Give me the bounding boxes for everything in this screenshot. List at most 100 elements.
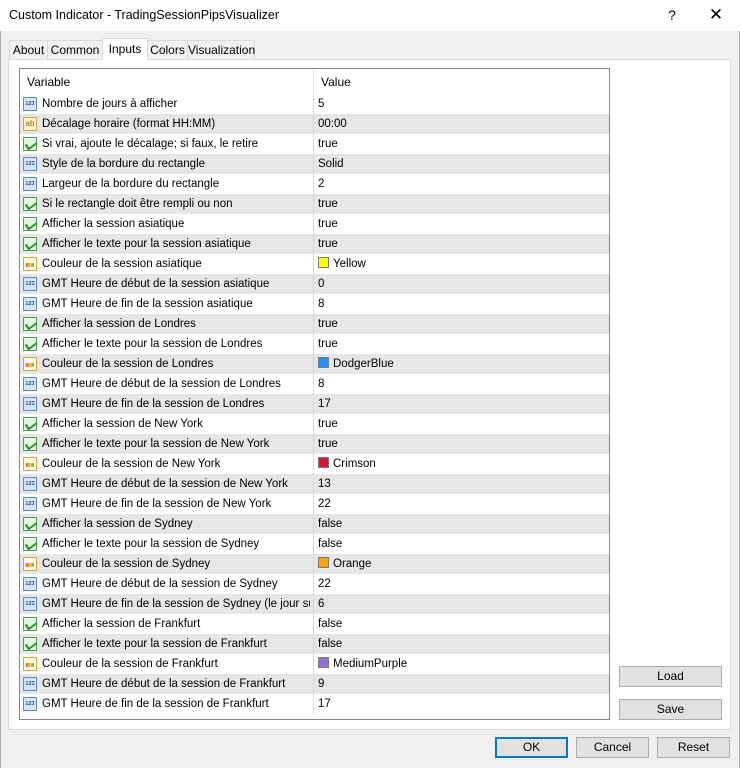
boolean-type-icon bbox=[23, 337, 37, 351]
column-separator bbox=[313, 634, 314, 654]
tab-common[interactable]: Common bbox=[47, 40, 103, 59]
variable-value[interactable]: 9 bbox=[318, 674, 324, 694]
table-row[interactable]: Si le rectangle doit être rempli ou non t… bbox=[20, 194, 609, 214]
variable-value[interactable]: true bbox=[318, 434, 338, 454]
tab-about[interactable]: About bbox=[9, 40, 48, 59]
table-row[interactable]: GMT Heure de début de la session de Lond… bbox=[20, 374, 609, 394]
variable-name: Afficher le texte pour la session de New… bbox=[42, 438, 270, 450]
variable-value[interactable]: 00:00 bbox=[318, 114, 347, 134]
variable-value[interactable]: Crimson bbox=[318, 454, 376, 474]
variable-value[interactable]: MediumPurple bbox=[318, 654, 407, 674]
variable-name: GMT Heure de fin de la session de Sydney… bbox=[42, 598, 310, 610]
window-title: Custom Indicator - TradingSessionPipsVis… bbox=[9, 8, 280, 22]
column-header-value[interactable]: Value bbox=[314, 69, 609, 93]
table-row[interactable]: Couleur de la session asiatique Yellow bbox=[20, 254, 609, 274]
variable-value[interactable]: DodgerBlue bbox=[318, 354, 394, 374]
table-row[interactable]: Afficher le texte pour la session de New… bbox=[20, 434, 609, 454]
table-row[interactable]: Afficher la session de Sydney false bbox=[20, 514, 609, 534]
table-row[interactable]: GMT Heure de fin de la session asiatique… bbox=[20, 294, 609, 314]
variable-value[interactable]: Yellow bbox=[318, 254, 366, 274]
tab-visualization[interactable]: Visualization bbox=[187, 40, 255, 59]
table-row[interactable]: GMT Heure de fin de la session de Londre… bbox=[20, 394, 609, 414]
table-row[interactable]: GMT Heure de début de la session de New … bbox=[20, 474, 609, 494]
column-separator bbox=[313, 154, 314, 174]
close-button[interactable]: ✕ bbox=[703, 4, 729, 26]
variable-value[interactable]: true bbox=[318, 334, 338, 354]
column-separator bbox=[313, 434, 314, 454]
table-row[interactable]: Couleur de la session de Frankfurt Medium… bbox=[20, 654, 609, 674]
table-row[interactable]: Afficher la session de Frankfurt false bbox=[20, 614, 609, 634]
reset-button[interactable]: Reset bbox=[657, 737, 730, 758]
tab-colors[interactable]: Colors bbox=[147, 40, 188, 59]
tab-inputs[interactable]: Inputs bbox=[102, 38, 148, 60]
table-row[interactable]: Afficher le texte pour la session de Syd… bbox=[20, 534, 609, 554]
variable-value[interactable]: false bbox=[318, 614, 342, 634]
column-separator bbox=[313, 374, 314, 394]
table-row[interactable]: Afficher le texte pour la session de Lon… bbox=[20, 334, 609, 354]
variable-value[interactable]: 8 bbox=[318, 374, 324, 394]
table-row[interactable]: Afficher la session asiatique true bbox=[20, 214, 609, 234]
save-button[interactable]: Save bbox=[619, 699, 722, 720]
variable-value[interactable]: false bbox=[318, 634, 342, 654]
variable-value[interactable]: 5 bbox=[318, 94, 324, 114]
table-row[interactable]: Couleur de la session de Sydney Orange bbox=[20, 554, 609, 574]
value-text: 17 bbox=[318, 698, 331, 710]
variable-value[interactable]: 17 bbox=[318, 694, 331, 714]
table-row[interactable]: Largeur de la bordure du rectangle 2 bbox=[20, 174, 609, 194]
table-row[interactable]: Afficher le texte pour la session de Fra… bbox=[20, 634, 609, 654]
variable-value[interactable]: true bbox=[318, 414, 338, 434]
variable-value[interactable]: 0 bbox=[318, 274, 324, 294]
table-row[interactable]: Afficher le texte pour la session asiati… bbox=[20, 234, 609, 254]
grid-header: Variable Value bbox=[20, 69, 609, 93]
table-row[interactable]: GMT Heure de début de la session de Fran… bbox=[20, 674, 609, 694]
ok-button[interactable]: OK bbox=[495, 737, 568, 758]
column-separator bbox=[313, 474, 314, 494]
value-text: 00:00 bbox=[318, 118, 347, 130]
table-row[interactable]: Nombre de jours à afficher 5 bbox=[20, 94, 609, 114]
variable-value[interactable]: Orange bbox=[318, 554, 371, 574]
variable-value[interactable]: true bbox=[318, 214, 338, 234]
variable-value[interactable]: false bbox=[318, 514, 342, 534]
variable-value[interactable]: 17 bbox=[318, 394, 331, 414]
variable-value[interactable]: true bbox=[318, 314, 338, 334]
column-separator bbox=[313, 254, 314, 274]
table-row[interactable]: GMT Heure de fin de la session de New Yo… bbox=[20, 494, 609, 514]
table-row[interactable]: GMT Heure de début de la session asiatiq… bbox=[20, 274, 609, 294]
table-row[interactable]: Couleur de la session de Londres DodgerBl… bbox=[20, 354, 609, 374]
table-row[interactable]: Afficher la session de Londres true bbox=[20, 314, 609, 334]
column-separator bbox=[313, 94, 314, 114]
table-row[interactable]: Style de la bordure du rectangle Solid bbox=[20, 154, 609, 174]
variable-name: Couleur de la session de Frankfurt bbox=[42, 658, 218, 670]
table-row[interactable]: GMT Heure de début de la session de Sydn… bbox=[20, 574, 609, 594]
column-header-variable[interactable]: Variable bbox=[20, 69, 313, 93]
color-type-icon bbox=[23, 457, 37, 471]
help-button[interactable]: ? bbox=[660, 4, 684, 26]
integer-type-icon bbox=[23, 477, 37, 491]
variable-value[interactable]: true bbox=[318, 194, 338, 214]
value-text: true bbox=[318, 438, 338, 450]
variable-name: GMT Heure de fin de la session de Londre… bbox=[42, 398, 265, 410]
column-separator bbox=[313, 414, 314, 434]
variable-value[interactable]: true bbox=[318, 234, 338, 254]
column-separator bbox=[313, 514, 314, 534]
table-row[interactable]: Décalage horaire (format HH:MM) 00:00 bbox=[20, 114, 609, 134]
table-row[interactable]: Afficher la session de New York true bbox=[20, 414, 609, 434]
cancel-button[interactable]: Cancel bbox=[576, 737, 649, 758]
variable-name: GMT Heure de fin de la session de New Yo… bbox=[42, 498, 272, 510]
variable-value[interactable]: 22 bbox=[318, 494, 331, 514]
variable-value[interactable]: false bbox=[318, 534, 342, 554]
load-button[interactable]: Load bbox=[619, 666, 722, 687]
table-row[interactable]: Si vrai, ajoute le décalage; si faux, le… bbox=[20, 134, 609, 154]
variable-value[interactable]: 13 bbox=[318, 474, 331, 494]
variable-value[interactable]: 2 bbox=[318, 174, 324, 194]
integer-type-icon bbox=[23, 377, 37, 391]
table-row[interactable]: Couleur de la session de New York Crimson bbox=[20, 454, 609, 474]
table-row[interactable]: GMT Heure de fin de la session de Frankf… bbox=[20, 694, 609, 714]
variable-value[interactable]: 6 bbox=[318, 594, 324, 614]
variable-value[interactable]: true bbox=[318, 134, 338, 154]
table-row[interactable]: GMT Heure de fin de la session de Sydney… bbox=[20, 594, 609, 614]
variable-value[interactable]: 22 bbox=[318, 574, 331, 594]
variable-value[interactable]: Solid bbox=[318, 154, 344, 174]
variable-value[interactable]: 8 bbox=[318, 294, 324, 314]
variable-name: Afficher la session de Londres bbox=[42, 318, 196, 330]
